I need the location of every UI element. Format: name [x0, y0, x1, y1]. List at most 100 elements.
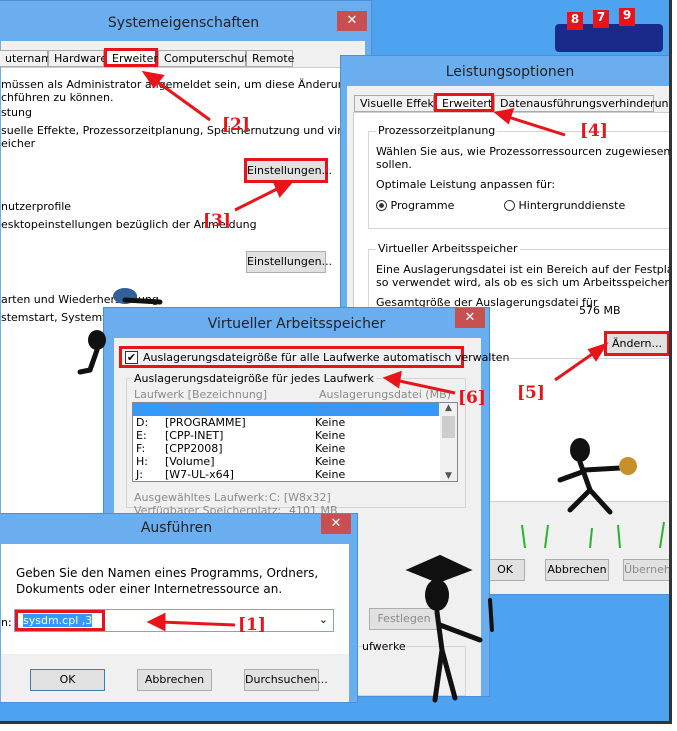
- radio-services[interactable]: Hintergrunddienste: [504, 199, 625, 212]
- drive-letter: F:: [136, 442, 146, 455]
- admin-note: müssen als Administrator angemeldet sein…: [1, 78, 366, 91]
- checkbox-checked-icon: ✔: [125, 351, 138, 364]
- user-profiles-group-label: nutzerprofile: [1, 200, 72, 213]
- set-button[interactable]: Festlegen: [369, 608, 439, 630]
- drive-label: [W7-UL-x64]: [165, 468, 234, 481]
- open-input[interactable]: sysdm.cpl ,3: [23, 614, 93, 627]
- desktop: Systemeigenschaften ✕ utername Hardware …: [0, 0, 672, 724]
- radio-selected-icon: [376, 200, 387, 211]
- performance-group-label: stung: [1, 106, 32, 119]
- tab-advanced[interactable]: Erweitert: [434, 93, 494, 112]
- window-title: Systemeigenschaften: [107, 15, 260, 31]
- tab-advanced[interactable]: Erweitert: [104, 48, 162, 67]
- cpu-text-2: sollen.: [376, 158, 412, 171]
- performance-text-2: eicher: [1, 137, 36, 150]
- drive-letter: J:: [136, 468, 143, 481]
- total-size-value: 576 MB: [579, 304, 621, 317]
- logo-digit: 9: [619, 8, 635, 26]
- dropdown-chevron-icon[interactable]: ⌄: [319, 613, 328, 626]
- scrollbar[interactable]: ▲ ▼: [440, 403, 457, 481]
- browse-button[interactable]: Durchsuchen...: [244, 669, 328, 691]
- cancel-button[interactable]: Abbrechen: [137, 669, 212, 691]
- startup-group-label: arten und Wiederherstellung: [1, 293, 159, 306]
- admin-note-2: chführen zu können.: [1, 91, 114, 104]
- window-title: Virtueller Arbeitsspeicher: [207, 316, 386, 332]
- tab-computername[interactable]: utername: [0, 50, 59, 67]
- column-pagefile: Auslagerungsdatei (MB): [319, 388, 451, 401]
- cpu-group-label: Prozessorzeitplanung: [376, 124, 498, 137]
- run-prompt: Geben Sie den Namen eines Programms, Ord…: [16, 566, 319, 580]
- annotation-4: [4]: [580, 121, 608, 141]
- logo: 8 7 9: [555, 8, 663, 52]
- auto-manage-checkbox[interactable]: ✔ Auslagerungsdateigröße für alle Laufwe…: [119, 346, 510, 368]
- per-drive-group-label: Auslagerungsdateigröße für jedes Laufwer…: [132, 372, 376, 385]
- close-button[interactable]: ✕: [337, 11, 367, 31]
- performance-text: suelle Effekte, Prozessorzeitplanung, Sp…: [1, 124, 378, 137]
- tab-remote[interactable]: Remote: [246, 50, 294, 67]
- close-button[interactable]: ✕: [455, 308, 485, 328]
- drive-row[interactable]: J: [W7-UL-x64] Keine: [133, 468, 439, 481]
- drive-row[interactable]: D: [PROGRAMME] Keine: [133, 416, 439, 429]
- tab-visual-effects[interactable]: Visuelle Effekte: [354, 95, 445, 112]
- annotation-1: [1]: [238, 615, 266, 635]
- selected-drive-value: C: [W8x32]: [269, 491, 331, 504]
- drive-letter: H:: [136, 455, 148, 468]
- all-drives-group-label: ufwerke: [362, 640, 406, 653]
- cpu-text: Wählen Sie aus, wie Prozessorressourcen …: [376, 145, 671, 158]
- drive-label: [Volume]: [165, 455, 215, 468]
- column-drive: Laufwerk [Bezeichnung]: [134, 388, 268, 401]
- profiles-settings-button[interactable]: Einstellungen...: [246, 251, 332, 273]
- optimize-label: Optimale Leistung anpassen für:: [376, 178, 556, 191]
- cancel-button[interactable]: Abbrechen: [545, 559, 609, 581]
- drive-letter: E:: [136, 429, 147, 442]
- close-button[interactable]: ✕: [321, 514, 351, 534]
- drive-label: [PROGRAMME]: [165, 416, 246, 429]
- run-prompt-2: Dokuments oder einer Internetressource a…: [16, 582, 283, 596]
- vm-text: Eine Auslagerungsdatei ist ein Bereich a…: [376, 263, 669, 276]
- selected-drive-label: Ausgewähltes Laufwerk:: [134, 491, 268, 504]
- drive-pagefile: Keine: [315, 455, 346, 468]
- scroll-thumb[interactable]: [442, 416, 455, 438]
- drive-pagefile: Keine: [315, 429, 346, 442]
- drive-pagefile: Keine: [315, 468, 346, 481]
- annotation-3: [3]: [203, 211, 231, 231]
- ok-button[interactable]: OK: [485, 559, 525, 581]
- apply-button[interactable]: Übernehmen: [623, 559, 669, 581]
- window-title: Leistungsoptionen: [445, 64, 575, 80]
- tab-hardware[interactable]: Hardware: [48, 50, 107, 67]
- run-window: Ausführen ✕ Geben Sie den Namen eines Pr…: [0, 513, 358, 703]
- vm-text-2: so verwendet wird, als ob es sich um Arb…: [376, 276, 669, 289]
- change-button[interactable]: Ändern...: [604, 331, 669, 356]
- window-title: Ausführen: [140, 520, 213, 536]
- logo-digit: 8: [567, 12, 583, 30]
- drive-letter: D:: [136, 416, 149, 429]
- scroll-up-icon[interactable]: ▲: [440, 403, 457, 413]
- open-label: n:: [1, 616, 12, 629]
- radio-programs[interactable]: Programme: [376, 199, 454, 212]
- open-combobox[interactable]: sysdm.cpl ,3 ⌄: [14, 609, 334, 632]
- drive-pagefile: Keine: [315, 416, 346, 429]
- drive-row[interactable]: F: [CPP2008] Keine: [133, 442, 439, 455]
- drive-pagefile: Keine: [315, 442, 346, 455]
- annotation-5: [5]: [517, 383, 545, 403]
- scroll-down-icon[interactable]: ▼: [440, 471, 457, 481]
- auto-manage-label: Auslagerungsdateigröße für alle Laufwerk…: [143, 351, 510, 364]
- ok-button[interactable]: OK: [30, 669, 105, 691]
- annotation-6: [6]: [458, 388, 486, 408]
- tab-system-protection[interactable]: Computerschutz: [158, 50, 255, 67]
- radio-programs-label: Programme: [390, 199, 455, 212]
- annotation-2: [2]: [222, 115, 250, 135]
- radio-services-label: Hintergrunddienste: [518, 199, 626, 212]
- drive-label: [CPP-INET]: [165, 429, 224, 442]
- tab-dep[interactable]: Datenausführungsverhinderung: [494, 95, 669, 112]
- performance-settings-button[interactable]: Einstellungen...: [244, 158, 332, 183]
- logo-digit: 7: [593, 10, 609, 28]
- drive-pagefile: Systemverwaltet: [315, 403, 409, 416]
- radio-empty-icon: [504, 200, 515, 211]
- drive-row[interactable]: E: [CPP-INET] Keine: [133, 429, 439, 442]
- drive-list[interactable]: C: [W8x32] Systemverwaltet D: [PROGRAMME] Kei…: [132, 402, 458, 482]
- drive-letter: C:: [136, 403, 148, 416]
- drive-label: [CPP2008]: [165, 442, 223, 455]
- drive-row[interactable]: H: [Volume] Keine: [133, 455, 439, 468]
- drive-row[interactable]: C: [W8x32] Systemverwaltet: [133, 403, 439, 416]
